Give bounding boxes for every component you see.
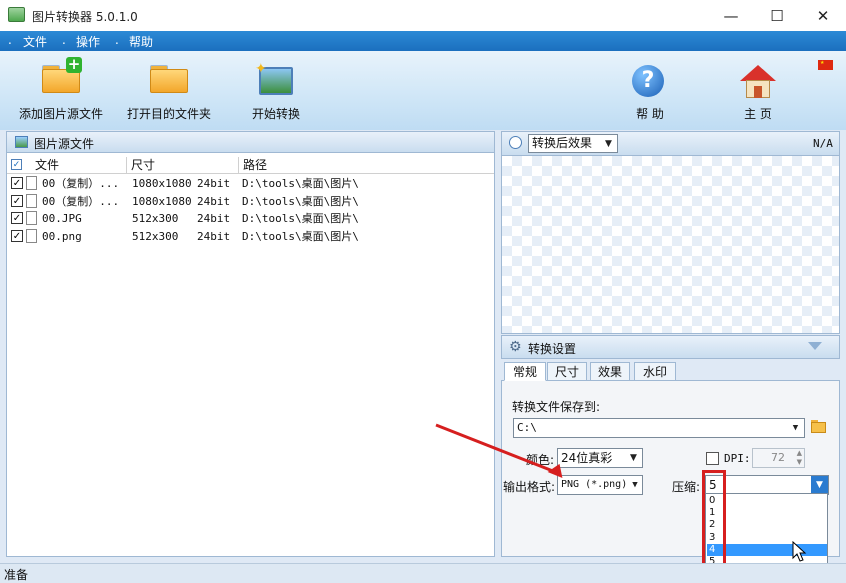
- folder-icon: [150, 65, 188, 93]
- file-dimensions: 1080x1080: [132, 177, 192, 190]
- collapse-chevron-icon[interactable]: [808, 342, 822, 350]
- file-dimensions: 1080x1080: [132, 194, 192, 208]
- file-icon: [26, 176, 37, 190]
- tab-watermark[interactable]: 水印: [634, 362, 676, 381]
- add-folder-icon: +: [42, 57, 82, 93]
- help-label: 帮 助: [636, 107, 664, 121]
- start-convert-button[interactable]: ✦ 开始转换: [240, 51, 312, 125]
- dpi-checkbox[interactable]: [706, 452, 719, 465]
- file-name: 00（复制）...: [42, 177, 120, 190]
- maximize-button[interactable]: ☐: [754, 0, 800, 31]
- title-bar: 图片转换器 5.0.1.0 — ☐ ✕: [0, 0, 846, 31]
- chevron-down-icon: ▼: [605, 138, 612, 149]
- settings-title: 转换设置: [528, 342, 577, 356]
- preview-canvas: [501, 156, 840, 334]
- row-checkbox[interactable]: ✓: [11, 194, 23, 207]
- table-row[interactable]: ✓ 00（复制）... 1080x1080 24bit D:\tools\桌面\图片\: [7, 175, 494, 192]
- column-path[interactable]: 路径: [239, 157, 494, 174]
- chevron-down-icon: ▼: [792, 423, 799, 433]
- picture-icon: [15, 136, 28, 148]
- file-icon: [26, 193, 37, 208]
- column-file[interactable]: 文件: [25, 157, 127, 174]
- app-icon: [8, 7, 25, 22]
- save-to-label: 转换文件保存到:: [512, 400, 601, 414]
- status-bar: 准备: [0, 563, 846, 583]
- mouse-cursor-icon: [792, 541, 807, 562]
- preview-header: 转换后效果 ▼ N/A: [501, 131, 840, 156]
- table-row[interactable]: ✓ 00.png 512x300 24bit D:\tools\桌面\图片\: [7, 228, 494, 245]
- gear-icon: ⚙: [509, 339, 522, 355]
- help-button[interactable]: ? 帮 助: [622, 51, 678, 125]
- file-dimensions: 512x300: [132, 229, 179, 243]
- minimize-button[interactable]: —: [708, 0, 754, 31]
- magic-wand-icon: ✦: [255, 61, 293, 95]
- browse-folder-icon[interactable]: [811, 420, 826, 433]
- file-path: D:\tools\桌面\图片\: [242, 194, 359, 208]
- row-checkbox[interactable]: ✓: [11, 229, 23, 242]
- magnifier-icon: [509, 136, 522, 149]
- select-all-checkbox[interactable]: ✓: [11, 159, 22, 170]
- preview-mode-value: 转换后效果: [532, 136, 593, 150]
- source-panel-title: 图片源文件: [34, 137, 95, 151]
- dpi-spinner[interactable]: 72 ▲ ▼: [752, 448, 805, 468]
- menu-file[interactable]: 文件: [23, 33, 47, 50]
- preview-mode-select[interactable]: 转换后效果 ▼: [528, 134, 618, 153]
- annotation-arrow: [435, 423, 563, 479]
- home-icon: [740, 65, 776, 99]
- status-text: 准备: [4, 568, 29, 582]
- tab-effects[interactable]: 效果: [590, 362, 630, 381]
- file-name: 00（复制）...: [42, 194, 120, 208]
- menu-bar: . 文件 . 操作 . 帮助: [0, 31, 846, 51]
- file-list-header: ✓ 文件 尺寸 路径: [7, 157, 494, 174]
- file-name: 00.png: [42, 229, 82, 243]
- row-checkbox[interactable]: ✓: [11, 212, 23, 224]
- tab-general[interactable]: 常规: [504, 362, 546, 381]
- settings-header[interactable]: ⚙ 转换设置: [501, 335, 840, 359]
- chevron-down-icon: ▼: [630, 453, 637, 463]
- file-icon: [26, 211, 37, 225]
- file-dimensions: 512x300: [132, 212, 179, 225]
- home-label: 主 页: [744, 107, 772, 121]
- file-path: D:\tools\桌面\图片\: [242, 212, 359, 225]
- window-title: 图片转换器 5.0.1.0: [32, 10, 138, 24]
- add-source-button[interactable]: + 添加图片源文件: [14, 51, 108, 125]
- question-mark-icon: ?: [632, 65, 664, 97]
- open-target-label: 打开目的文件夹: [126, 107, 211, 121]
- menu-help[interactable]: 帮助: [129, 33, 153, 50]
- preview-info: N/A: [813, 137, 833, 150]
- table-row[interactable]: ✓ 00（复制）... 1080x1080 24bit D:\tools\桌面\图片\: [7, 193, 494, 210]
- toolbar: + 添加图片源文件 打开目的文件夹 ✦ 开始转换 ? 帮 助 主 页 ★: [0, 51, 846, 130]
- tab-size[interactable]: 尺寸: [547, 362, 587, 381]
- chevron-down-icon: ▼: [632, 480, 638, 490]
- file-bit-depth: 24bit: [197, 212, 231, 225]
- compress-label: 压缩:: [672, 480, 701, 494]
- row-checkbox[interactable]: ✓: [11, 177, 23, 189]
- source-panel-header: 图片源文件: [6, 131, 495, 153]
- file-path: D:\tools\桌面\图片\: [242, 229, 359, 243]
- add-source-label: 添加图片源文件: [18, 107, 103, 121]
- open-target-folder-button[interactable]: 打开目的文件夹: [122, 51, 216, 125]
- dpi-value: 72: [771, 451, 785, 464]
- file-bit-depth: 24bit: [197, 177, 231, 190]
- menu-operate[interactable]: 操作: [76, 33, 100, 50]
- file-name: 00.JPG: [42, 212, 82, 225]
- spinner-arrows-icon: ▲ ▼: [796, 449, 802, 466]
- dpi-label: DPI:: [724, 452, 751, 465]
- file-bit-depth: 24bit: [197, 229, 231, 243]
- start-convert-label: 开始转换: [251, 107, 300, 121]
- home-button[interactable]: 主 页: [730, 51, 786, 125]
- table-row[interactable]: ✓ 00.JPG 512x300 24bit D:\tools\桌面\图片\: [7, 210, 494, 227]
- file-path: D:\tools\桌面\图片\: [242, 177, 359, 190]
- file-bit-depth: 24bit: [197, 194, 231, 208]
- file-icon: [26, 228, 37, 243]
- language-flag-icon[interactable]: ★: [818, 60, 833, 70]
- chevron-down-icon: ▼: [811, 476, 828, 494]
- column-size[interactable]: 尺寸: [127, 157, 239, 174]
- close-button[interactable]: ✕: [800, 0, 846, 31]
